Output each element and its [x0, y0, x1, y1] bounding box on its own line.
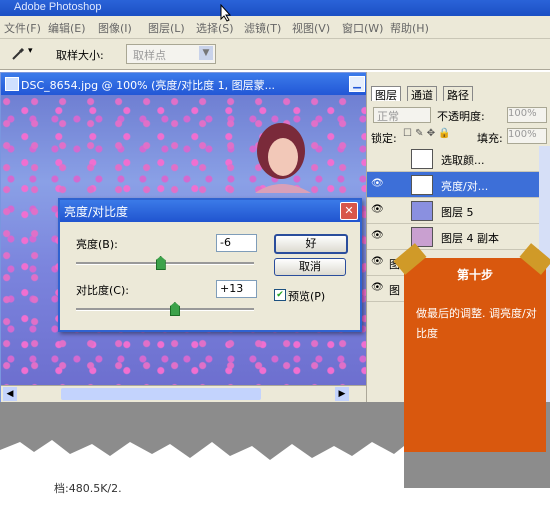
app-titlebar: Adobe Photoshop — [0, 0, 550, 16]
cancel-button[interactable]: 取消 — [274, 258, 346, 276]
layer-thumbnail — [411, 149, 433, 169]
lock-label: 锁定: — [371, 132, 397, 145]
eye-icon[interactable]: 👁 — [371, 282, 384, 294]
dialog-titlebar: 亮度/对比度 ✕ — [60, 200, 360, 222]
opacity-input[interactable]: 100% — [507, 107, 547, 123]
portrait-figure — [255, 123, 311, 193]
ok-button[interactable]: 好 — [274, 234, 348, 254]
menu-layer[interactable]: 图层(L) — [148, 20, 185, 36]
eye-icon[interactable]: 👁 — [371, 204, 384, 216]
contrast-slider-knob[interactable] — [169, 302, 180, 316]
scroll-right-icon[interactable]: ▶ — [335, 387, 349, 401]
layer-name: 选取颜... — [441, 154, 485, 167]
visibility-toggle[interactable] — [371, 152, 383, 164]
brightness-contrast-dialog: 亮度/对比度 ✕ 亮度(B): -6 对比度(C): +13 好 取消 ✔ 预览… — [58, 198, 362, 332]
menu-filter[interactable]: 滤镜(T) — [244, 20, 281, 36]
app-title: Adobe Photoshop — [14, 1, 102, 13]
menu-file[interactable]: 文件(F) — [4, 20, 41, 36]
layer-thumbnail — [411, 175, 433, 195]
brightness-slider-knob[interactable] — [155, 256, 166, 270]
minimize-icon[interactable]: ▁ — [349, 76, 365, 92]
eyedropper-icon[interactable] — [10, 46, 26, 62]
fill-input[interactable]: 100% — [507, 128, 547, 144]
close-icon[interactable]: ✕ — [340, 202, 358, 220]
layer-name: 图 — [389, 284, 400, 297]
tab-layers[interactable]: 图层 — [371, 86, 401, 102]
blend-mode-select[interactable]: 正常 — [373, 107, 431, 123]
blend-mode-value: 正常 — [377, 110, 399, 123]
horizontal-scrollbar[interactable]: ◀ ▶ — [1, 385, 367, 402]
opacity-label: 不透明度: — [437, 110, 485, 123]
menu-image[interactable]: 图像(I) — [98, 20, 132, 36]
layer-row[interactable]: 👁 亮度/对... — [367, 172, 550, 198]
sample-size-value: 取样点 — [133, 49, 166, 62]
scroll-thumb[interactable] — [61, 388, 261, 400]
layer-row[interactable]: 👁 图层 4 副本 — [367, 224, 550, 250]
contrast-input[interactable]: +13 — [216, 280, 257, 298]
dialog-title: 亮度/对比度 — [64, 205, 129, 219]
eye-icon[interactable]: 👁 — [371, 256, 384, 268]
menu-view[interactable]: 视图(V) — [292, 20, 330, 36]
chevron-down-icon: ▼ — [199, 46, 213, 60]
document-titlebar: DSC_8654.jpg @ 100% (亮度/对比度 1, 图层蒙... ▁ — [1, 73, 367, 95]
layer-thumbnail — [411, 201, 433, 221]
menu-edit[interactable]: 编辑(E) — [48, 20, 86, 36]
tab-channels[interactable]: 通道 — [407, 86, 437, 102]
brightness-label: 亮度(B): — [76, 238, 118, 251]
menu-select[interactable]: 选择(S) — [196, 20, 234, 36]
fill-label: 填充: — [477, 132, 503, 145]
contrast-label: 对比度(C): — [76, 284, 129, 297]
layer-row[interactable]: 选取颜... — [367, 146, 550, 172]
tutorial-note: 第十步 做最后的调整. 调亮度/对比度 — [404, 258, 546, 452]
menu-help[interactable]: 帮助(H) — [390, 20, 429, 36]
menu-bar: 文件(F) 编辑(E) 图像(I) 图层(L) 选择(S) 滤镜(T) 视图(V… — [0, 16, 550, 39]
status-text: 档:480.5K/2. — [54, 482, 122, 495]
contrast-slider-track[interactable] — [76, 308, 254, 311]
brightness-input[interactable]: -6 — [216, 234, 257, 252]
lock-icons[interactable]: ☐ ✎ ✥ 🔒 — [403, 128, 451, 139]
layer-row[interactable]: 👁 图层 5 — [367, 198, 550, 224]
layer-name: 图层 4 副本 — [441, 232, 499, 245]
mouse-cursor-icon — [220, 4, 232, 22]
document-icon — [5, 77, 19, 91]
note-heading: 第十步 — [456, 268, 493, 282]
preview-checkbox[interactable]: ✔ — [274, 289, 286, 301]
eye-icon[interactable]: 👁 — [371, 178, 384, 190]
eye-icon[interactable]: 👁 — [371, 230, 384, 242]
layer-name: 图层 5 — [441, 206, 474, 219]
tab-paths[interactable]: 路径 — [443, 86, 473, 102]
layer-name: 亮度/对... — [441, 180, 489, 193]
sample-size-label: 取样大小: — [56, 49, 104, 62]
sample-size-select[interactable]: 取样点 ▼ — [126, 44, 216, 64]
tool-preset-chevron-icon[interactable]: ▾ — [28, 46, 33, 56]
scroll-left-icon[interactable]: ◀ — [3, 387, 17, 401]
note-body: 做最后的调整. 调亮度/对比度 — [416, 307, 537, 340]
preview-label: 预览(P) — [288, 290, 326, 303]
menu-window[interactable]: 窗口(W) — [342, 20, 383, 36]
document-title: DSC_8654.jpg @ 100% (亮度/对比度 1, 图层蒙... — [21, 79, 276, 92]
options-bar: ▾ 取样大小: 取样点 ▼ — [0, 39, 550, 70]
